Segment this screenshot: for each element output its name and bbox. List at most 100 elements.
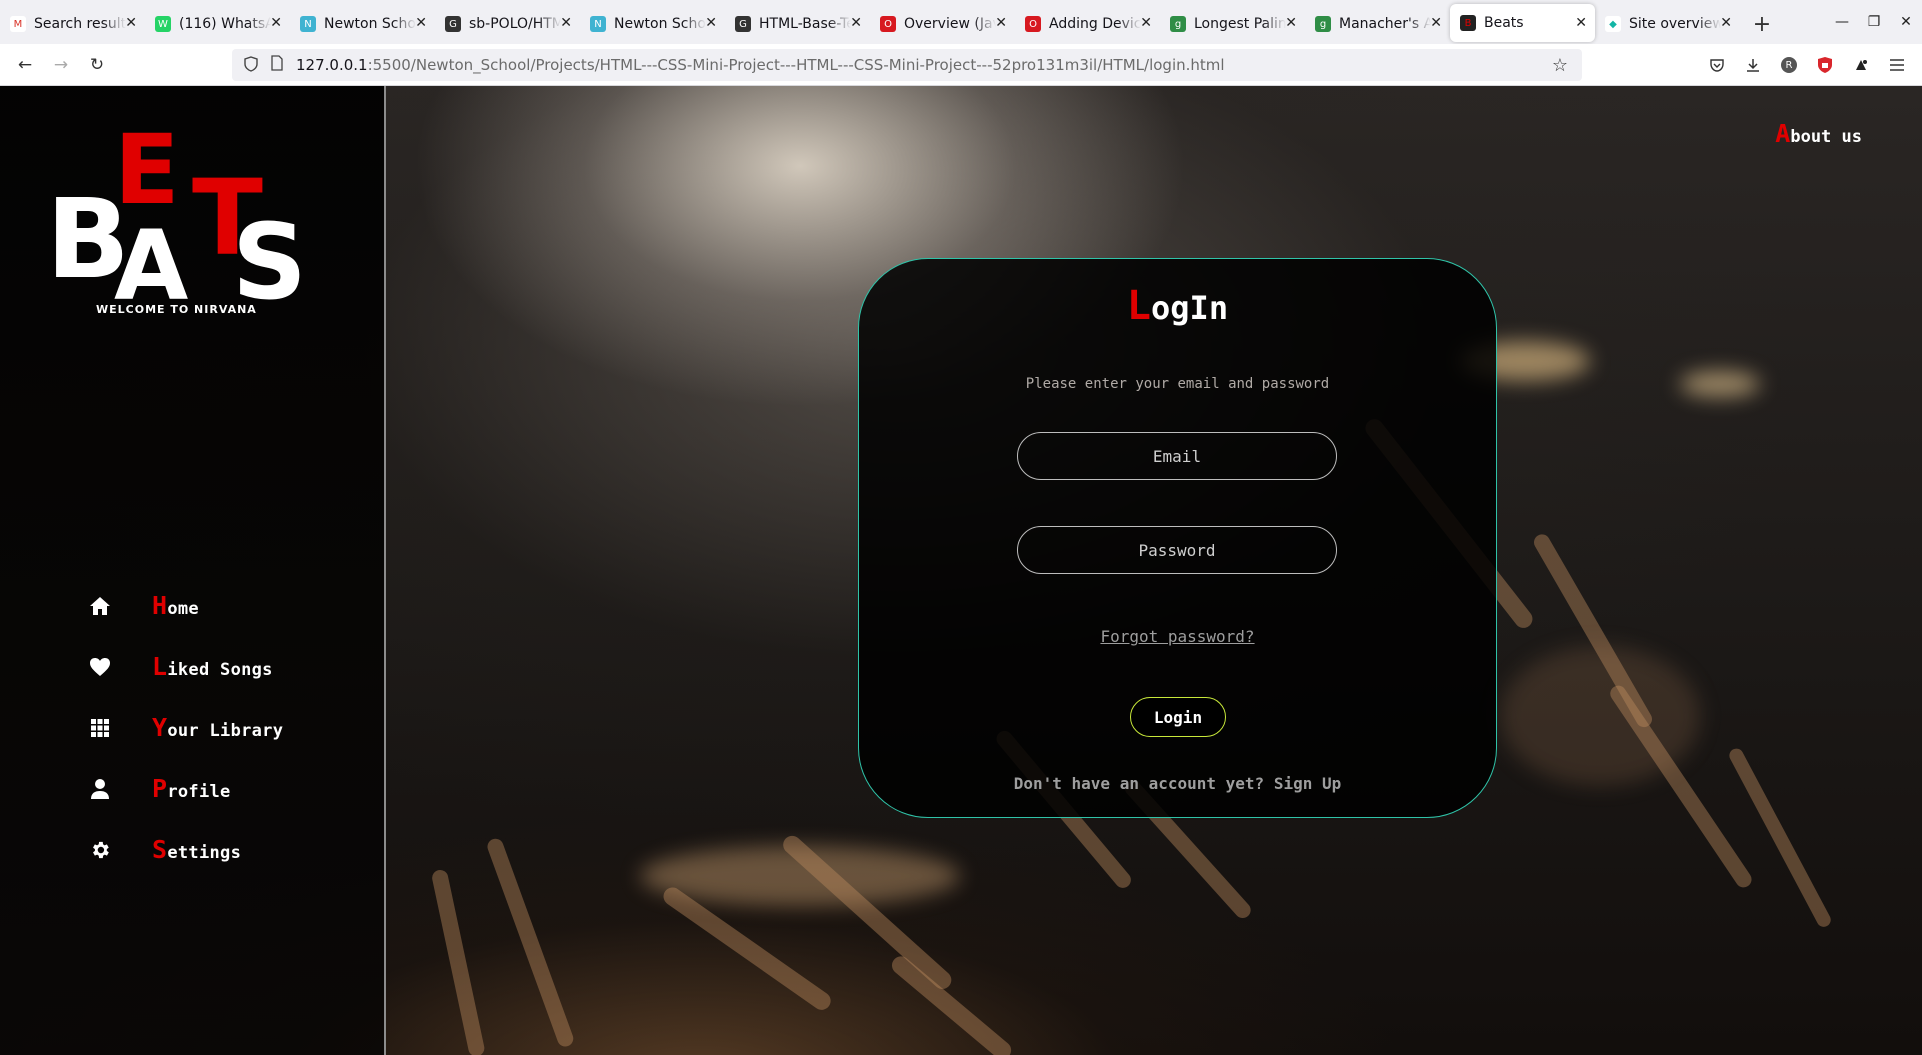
label-initial: P [152, 774, 168, 803]
window-controls: — ❐ ✕ [1826, 0, 1922, 44]
browser-tab[interactable]: O Adding Device ✕ [1015, 4, 1160, 44]
restore-button[interactable]: ❐ [1858, 0, 1890, 44]
browser-tab[interactable]: g Longest Palindrome✕ [1160, 4, 1305, 44]
url-text[interactable]: 127.0.0.1:5500/Newton_School/Projects/HT… [296, 56, 1225, 74]
label-text: our Library [167, 721, 284, 741]
browser-tab[interactable]: B Beats ✕ [1450, 4, 1595, 42]
tab-favicon-icon: g [1315, 16, 1331, 32]
browser-tab[interactable]: O Overview (Java✕ [870, 4, 1015, 44]
close-tab-icon[interactable]: ✕ [560, 15, 572, 31]
browser-tab[interactable]: M Search results ✕ [0, 4, 145, 44]
shield-icon[interactable] [244, 56, 260, 74]
login-card: LogIn Please enter your email and passwo… [858, 258, 1497, 818]
tab-favicon-icon: B [1460, 15, 1476, 31]
sidebar-item-settings[interactable]: Settings [86, 819, 283, 880]
menu-icon[interactable] [1886, 54, 1908, 76]
tab-title-text: sb-POLO/HTML [469, 16, 561, 32]
tab-title-text: Manacher's Algorithm [1339, 16, 1431, 32]
sidebar-item-profile[interactable]: Profile [86, 758, 283, 819]
minimize-button[interactable]: — [1826, 0, 1858, 44]
grid-icon [86, 714, 114, 742]
browser-tab[interactable]: N Newton School✕ [580, 4, 725, 44]
email-field[interactable] [1017, 432, 1337, 480]
browser-tab[interactable]: G HTML-Base-Template✕ [725, 4, 870, 44]
user-icon [86, 775, 114, 803]
close-tab-icon[interactable]: ✕ [125, 15, 137, 31]
label-text: rofile [167, 782, 231, 802]
tab-title-text: Newton School [614, 16, 706, 32]
downloads-icon[interactable] [1742, 54, 1764, 76]
new-tab-button[interactable]: + [1740, 4, 1784, 44]
close-tab-icon[interactable]: ✕ [1575, 15, 1587, 31]
sidebar-item-label: Settings [152, 835, 241, 864]
tab-list: MSearch results✕W(116) WhatsApp✕NNewton … [0, 0, 1740, 44]
close-tab-icon[interactable]: ✕ [850, 15, 862, 31]
close-window-button[interactable]: ✕ [1890, 0, 1922, 44]
stage-light-glow [1680, 371, 1760, 397]
logo-letter: S [232, 201, 307, 323]
label-initial: S [152, 835, 168, 864]
crowd-arm [888, 952, 1015, 1055]
login-title: LogIn [859, 283, 1496, 329]
tab-title-text: Adding Device [1049, 16, 1141, 32]
back-button[interactable]: ← [14, 54, 36, 76]
tab-title-text: Search results [34, 16, 126, 32]
password-field[interactable] [1017, 526, 1337, 574]
about-label: bout us [1790, 127, 1862, 147]
tab-favicon-icon: M [10, 16, 26, 32]
tab-title-text: Newton School [324, 16, 416, 32]
about-us-link[interactable]: About us [1775, 119, 1862, 148]
sidebar-item-label: Home [152, 591, 199, 620]
tab-strip: MSearch results✕W(116) WhatsApp✕NNewton … [0, 0, 1922, 44]
browser-tab[interactable]: Gsb-POLO/HTML✕ [435, 4, 580, 44]
extension-shield-icon[interactable] [1814, 54, 1836, 76]
close-tab-icon[interactable]: ✕ [705, 15, 717, 31]
url-host: 127.0.0.1 [296, 56, 368, 74]
close-tab-icon[interactable]: ✕ [1720, 15, 1732, 31]
tab-title-text: Beats [1484, 15, 1524, 31]
tab-title-text: Site overview [1629, 16, 1721, 32]
sidebar-item-your-library[interactable]: Your Library [86, 697, 283, 758]
browser-tab[interactable]: W (116) WhatsApp✕ [145, 4, 290, 44]
tab-favicon-icon: O [880, 16, 896, 32]
account-avatar[interactable]: R [1778, 54, 1800, 76]
pocket-icon[interactable] [1706, 54, 1728, 76]
browser-tab[interactable]: ◆ Site overview ✕ [1595, 4, 1740, 44]
signup-link[interactable]: Don't have an account yet? Sign Up [859, 774, 1496, 793]
sidebar-item-liked-songs[interactable]: Liked Songs [86, 636, 283, 697]
login-title-text: ogIn [1151, 289, 1229, 327]
sidebar-item-label: Profile [152, 774, 231, 803]
gear-icon [86, 836, 114, 864]
tab-favicon-icon: ◆ [1605, 16, 1621, 32]
close-tab-icon[interactable]: ✕ [1285, 15, 1297, 31]
tab-title: (116) WhatsApp [179, 16, 271, 32]
tab-title-text: Longest Palindrome [1194, 16, 1286, 32]
label-initial: H [152, 591, 168, 620]
page-info-icon[interactable] [270, 55, 284, 75]
tab-title: Overview (Java [904, 16, 996, 32]
tab-favicon-icon: g [1170, 16, 1186, 32]
sidebar-item-label: Liked Songs [152, 652, 273, 681]
tab-favicon-icon: N [300, 16, 316, 32]
close-tab-icon[interactable]: ✕ [270, 15, 282, 31]
login-button[interactable]: Login [1130, 697, 1226, 737]
account-initial: R [1781, 57, 1797, 73]
browser-tab[interactable]: g Manacher's Algorithm✕ [1305, 4, 1450, 44]
reload-button[interactable]: ↻ [86, 54, 108, 76]
close-tab-icon[interactable]: ✕ [995, 15, 1007, 31]
address-bar[interactable]: 127.0.0.1:5500/Newton_School/Projects/HT… [232, 49, 1582, 81]
close-tab-icon[interactable]: ✕ [1430, 15, 1442, 31]
sidebar-menu: Home Liked Songs Your Library Profile Settin… [86, 575, 283, 880]
bookmark-star-icon[interactable]: ☆ [1552, 55, 1568, 76]
close-tab-icon[interactable]: ✕ [1140, 15, 1152, 31]
beats-logo: B E A T S [42, 122, 322, 314]
close-tab-icon[interactable]: ✕ [415, 15, 427, 31]
extension-icon[interactable] [1850, 54, 1872, 76]
sidebar: B E A T S WELCOME TO NIRVANA Home Liked S… [0, 86, 386, 1055]
login-title-initial: L [1126, 283, 1152, 329]
browser-tab[interactable]: N Newton School✕ [290, 4, 435, 44]
forgot-password-link[interactable]: Forgot password? [859, 627, 1496, 646]
url-path: :5500/Newton_School/Projects/HTML---CSS-… [367, 56, 1225, 74]
forward-button[interactable]: → [50, 54, 72, 76]
sidebar-item-home[interactable]: Home [86, 575, 283, 636]
